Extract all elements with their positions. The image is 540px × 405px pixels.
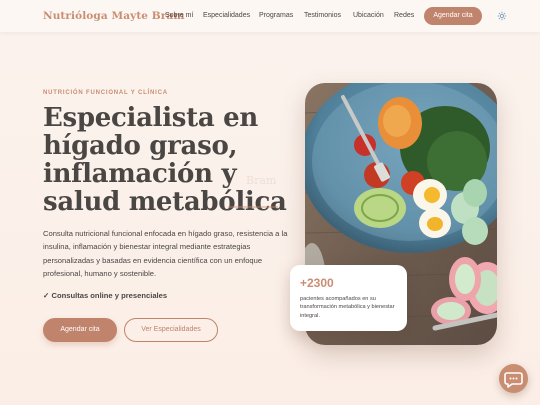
brand-logo[interactable]: Nutrióloga Mayte Bram	[43, 10, 185, 22]
nav-link-ubicacion[interactable]: Ubicación	[353, 12, 384, 19]
nav-link-especialidades[interactable]: Especialidades	[203, 12, 250, 19]
nav-agendar-cita-button[interactable]: Agendar cita	[424, 7, 482, 25]
patients-label: pacientes acompañados en su transformaci…	[300, 296, 395, 319]
chat-button[interactable]	[499, 364, 528, 393]
nav-link-testimonios[interactable]: Testimonios	[304, 12, 341, 19]
hero-eyebrow: NUTRICIÓN FUNCIONAL Y CLÍNICA	[43, 90, 168, 96]
nav-link-redes[interactable]: Redes	[394, 12, 414, 19]
hero-description: Consulta nutricional funcional enfocada …	[43, 229, 288, 279]
patients-stat-card: +2300 pacientes acompañados en su transf…	[290, 265, 407, 331]
consultation-modes: ✓ Consultas online y presenciales	[43, 291, 168, 300]
gear-icon[interactable]	[497, 11, 507, 21]
chat-icon	[504, 372, 523, 388]
agendar-cita-button[interactable]: Agendar cita	[43, 318, 117, 342]
nav-link-programas[interactable]: Programas	[259, 12, 293, 19]
ver-especialidades-button[interactable]: Ver Especialidades	[124, 318, 218, 342]
nav-link-sobre-mi[interactable]: Sobre mí	[165, 12, 193, 19]
top-navigation: Nutrióloga Mayte Bram Sobre mí Especiali…	[0, 0, 540, 32]
patients-count: +2300	[300, 276, 334, 290]
decorative-divider	[228, 206, 278, 208]
hero-headline: Especialista en hígado graso, inflamació…	[43, 103, 287, 217]
